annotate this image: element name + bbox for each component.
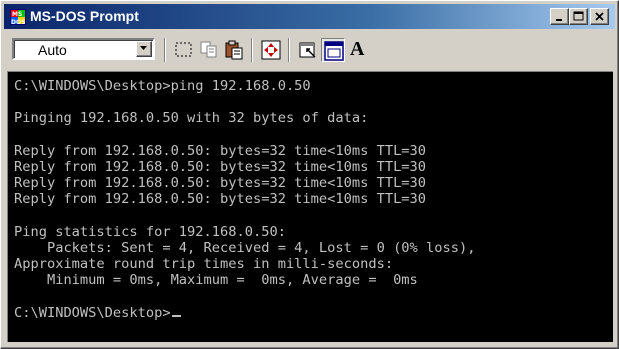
console-line-text: Packets: Sent = 4, Received = 4, Lost = … [14, 239, 476, 256]
console-line: Packets: Sent = 4, Received = 4, Lost = … [14, 239, 476, 256]
toolbar-separator [164, 38, 166, 62]
text-cursor [171, 314, 181, 317]
console-line-text: Pinging 192.168.0.50 with 32 bytes of da… [14, 110, 369, 127]
window-title: MS-DOS Prompt [30, 8, 139, 24]
close-button[interactable] [590, 8, 609, 25]
mark-icon [175, 42, 192, 57]
console-line-text: C:\WINDOWS\Desktop> [14, 304, 171, 321]
minimize-icon [556, 19, 562, 21]
minimize-button[interactable] [550, 8, 569, 25]
console-line-text: Reply from 192.168.0.50: bytes=32 time<1… [14, 142, 427, 159]
font-button[interactable]: A [346, 38, 370, 62]
console-line: Reply from 192.168.0.50: bytes=32 time<1… [14, 159, 475, 175]
console-line-text: Minimum = 0ms, Maximum = 0ms, Average = … [14, 272, 418, 289]
background-icon [324, 41, 344, 61]
mark-button[interactable] [172, 38, 196, 62]
console-output[interactable]: C:\WINDOWS\Desktop>ping 192.168.0.50 Ping… [7, 71, 613, 342]
copy-icon [200, 41, 217, 58]
console-line-text: Ping statistics for 192.168.0.50: [14, 223, 286, 240]
svg-text:DOS: DOS [11, 19, 25, 25]
console-line: Minimum = 0ms, Maximum = 0ms, Average = … [14, 272, 475, 288]
font-size-value: Auto [38, 42, 67, 58]
console-line: Reply from 192.168.0.50: bytes=32 time<1… [14, 143, 475, 159]
full-screen-icon [261, 40, 281, 60]
toolbar-separator [288, 38, 290, 62]
console-line: C:\WINDOWS\Desktop>ping 192.168.0.50 [14, 78, 475, 94]
dropdown-button[interactable] [136, 41, 152, 57]
console-line: Ping statistics for 192.168.0.50: [14, 224, 475, 240]
console-line: Reply from 192.168.0.50: bytes=32 time<1… [14, 191, 475, 207]
maximize-icon [573, 11, 584, 21]
paste-button[interactable] [222, 38, 246, 62]
toolbar: Auto A [4, 31, 615, 69]
properties-button[interactable] [296, 38, 320, 62]
toolbar-separator [251, 38, 253, 62]
background-button[interactable] [321, 38, 345, 62]
chevron-down-icon [140, 46, 147, 50]
console-line-text: C:\WINDOWS\Desktop>ping 192.168.0.50 [14, 78, 311, 94]
console-line: Pinging 192.168.0.50 with 32 bytes of da… [14, 110, 475, 126]
ms-dos-icon[interactable]: MS DOS [10, 9, 26, 26]
console-line-text: Reply from 192.168.0.50: bytes=32 time<1… [14, 175, 427, 192]
console-line: Approximate round trip times in milli-se… [14, 256, 475, 272]
svg-text:MS: MS [12, 11, 22, 18]
console-line-text: Reply from 192.168.0.50: bytes=32 time<1… [14, 191, 427, 208]
console-line-text: Reply from 192.168.0.50: bytes=32 time<1… [14, 158, 427, 175]
font-icon: A [350, 38, 365, 60]
maximize-button[interactable] [569, 8, 588, 25]
console-line-text: Approximate round trip times in milli-se… [14, 256, 394, 273]
paste-icon [225, 40, 243, 60]
console-text: C:\WINDOWS\Desktop>ping 192.168.0.50 Ping… [14, 78, 475, 321]
ms-dos-prompt-window: MS DOS MS-DOS Prompt Auto A C:\WINDOWS\D… [0, 0, 619, 349]
close-icon [595, 12, 604, 21]
copy-button[interactable] [197, 38, 221, 62]
properties-icon [299, 42, 316, 58]
console-line: C:\WINDOWS\Desktop> [14, 305, 475, 321]
console-line: Reply from 192.168.0.50: bytes=32 time<1… [14, 175, 475, 191]
full-screen-button[interactable] [259, 38, 283, 62]
font-size-select[interactable]: Auto [12, 38, 155, 60]
title-bar[interactable]: MS DOS MS-DOS Prompt [4, 4, 615, 29]
